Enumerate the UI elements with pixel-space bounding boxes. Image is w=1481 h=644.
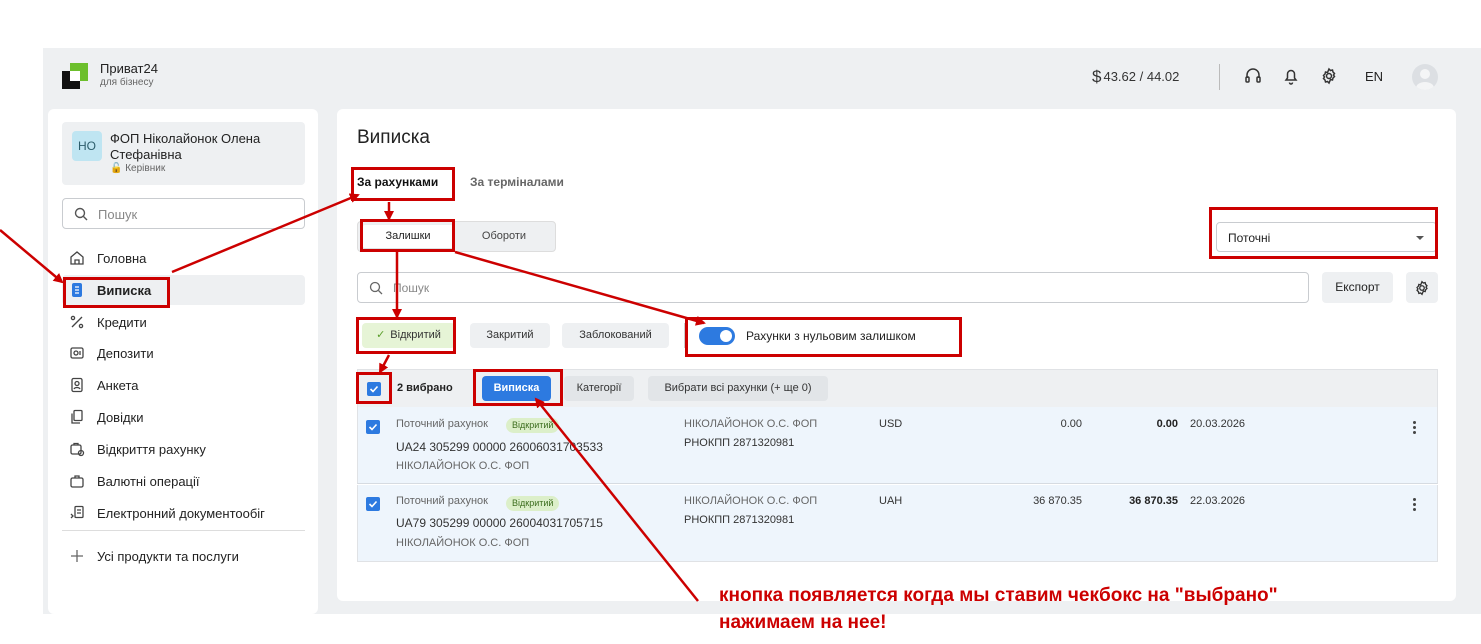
annotation-note: кнопка появляется когда мы ставим чекбок…: [719, 582, 1278, 636]
annotation-line-2: нажимаем на нее!: [719, 612, 887, 633]
annotation-arrows: [0, 193, 706, 602]
annotation-line-1: кнопка появляется когда мы ставим чекбок…: [719, 585, 1278, 606]
